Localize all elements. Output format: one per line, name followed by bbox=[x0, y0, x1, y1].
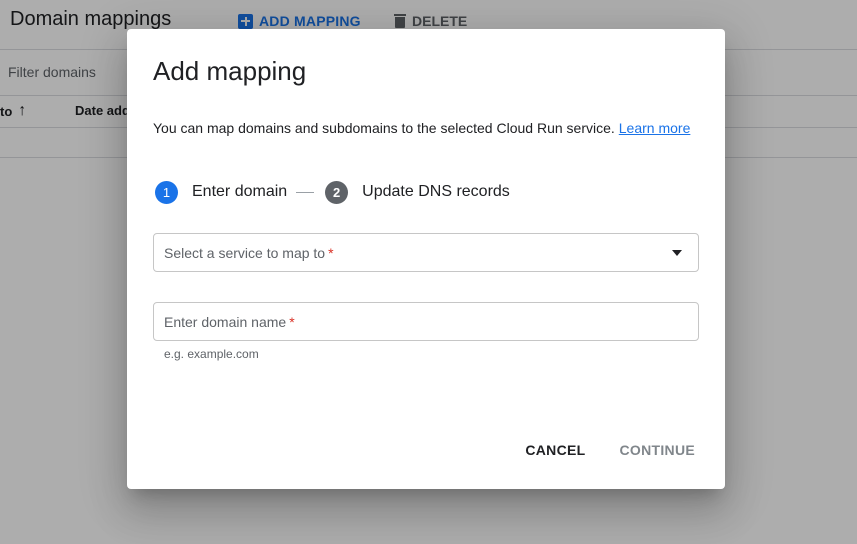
service-select-text: Select a service to map to bbox=[164, 245, 326, 261]
domain-name-label: Enter domain name * bbox=[164, 314, 295, 330]
add-mapping-dialog: Add mapping You can map domains and subd… bbox=[127, 29, 725, 489]
step-2-indicator: 2 bbox=[325, 180, 349, 204]
description-text: You can map domains and subdomains to th… bbox=[153, 120, 615, 136]
domain-name-hint: e.g. example.com bbox=[164, 347, 259, 361]
dropdown-arrow-icon bbox=[672, 250, 682, 256]
step-1-indicator: 1 bbox=[155, 180, 178, 204]
required-marker: * bbox=[289, 314, 295, 330]
domain-name-text: Enter domain name bbox=[164, 314, 287, 330]
step-1-label: Enter domain bbox=[192, 183, 288, 200]
dialog-title: Add mapping bbox=[153, 56, 307, 86]
step-2-label: Update DNS records bbox=[362, 183, 510, 200]
learn-more-link[interactable]: Learn more bbox=[619, 120, 691, 136]
service-select-label: Select a service to map to * bbox=[164, 245, 334, 261]
dialog-description: You can map domains and subdomains to th… bbox=[153, 120, 690, 136]
required-marker: * bbox=[328, 245, 334, 261]
dialog-actions: CANCEL CONTINUE bbox=[525, 442, 695, 458]
service-select[interactable]: Select a service to map to * bbox=[153, 233, 699, 272]
domain-name-input[interactable]: Enter domain name * bbox=[153, 302, 699, 341]
stepper: 1 Enter domain 2 Update DNS records bbox=[155, 180, 510, 204]
step-divider bbox=[296, 191, 315, 193]
continue-button[interactable]: CONTINUE bbox=[619, 442, 695, 458]
cancel-button[interactable]: CANCEL bbox=[525, 442, 585, 458]
